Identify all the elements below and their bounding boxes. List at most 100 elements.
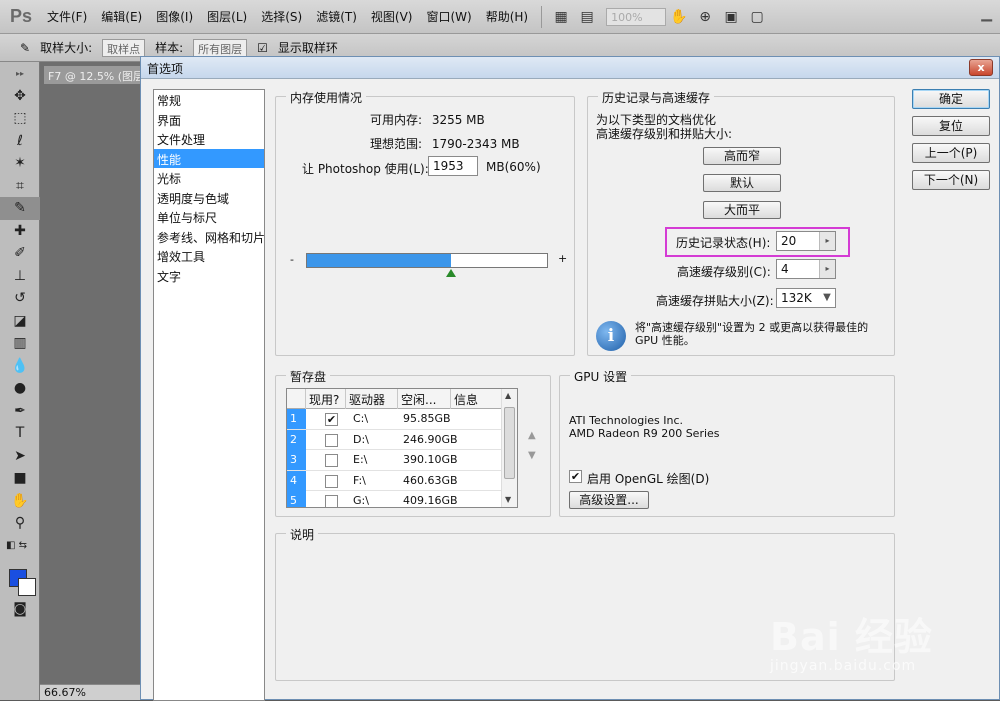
nav-item-file-handling[interactable]: 文件处理	[154, 129, 264, 149]
zoom-tool-icon[interactable]: ⚲	[0, 512, 40, 535]
header-free[interactable]: 空闲...	[398, 389, 451, 409]
tall-thin-button[interactable]: 高而窄	[703, 147, 781, 165]
ok-button[interactable]: 确定	[912, 89, 990, 109]
move-tool-icon[interactable]: ✥	[0, 85, 40, 108]
close-button[interactable]: x	[969, 59, 993, 76]
header-info[interactable]: 信息	[451, 389, 501, 409]
row-index: 5	[287, 491, 306, 507]
memory-slider-track[interactable]	[306, 253, 548, 268]
magic-wand-tool-icon[interactable]: ✶	[0, 152, 40, 175]
sample-size-select[interactable]: 取样点	[102, 38, 146, 57]
zoom-level-field[interactable]: 100%	[606, 7, 667, 26]
default-button[interactable]: 默认	[703, 174, 781, 192]
menu-layer[interactable]: 图层(L)	[200, 8, 254, 25]
nav-item-general[interactable]: 常规	[154, 90, 264, 110]
nav-item-plugins[interactable]: 增效工具	[154, 246, 264, 266]
scroll-up-icon[interactable]: ▲	[505, 391, 511, 400]
brush-tool-icon[interactable]: ✐	[0, 242, 40, 265]
sample-select[interactable]: 所有图层	[193, 38, 248, 57]
quick-mask-icon[interactable]: ◙	[0, 598, 40, 621]
panel-collapse-icon[interactable]: ▸▸	[0, 62, 40, 85]
row-active-checkbox[interactable]: ✔	[325, 413, 338, 426]
menu-window[interactable]: 窗口(W)	[419, 8, 478, 25]
nav-item-cursors[interactable]: 光标	[154, 168, 264, 188]
header-active[interactable]: 现用?	[306, 389, 346, 409]
cache-levels-stepper[interactable]: 4 ▸	[776, 259, 836, 279]
menu-edit[interactable]: 编辑(E)	[94, 8, 149, 25]
cache-levels-arrow-icon[interactable]: ▸	[819, 260, 835, 278]
bridge-icon[interactable]: ▦	[548, 8, 574, 26]
default-colors-icon[interactable]: ◧ ⇆	[0, 535, 40, 558]
path-selection-tool-icon[interactable]: ➤	[0, 445, 40, 468]
move-up-icon[interactable]: ▲	[528, 430, 536, 441]
crop-tool-icon[interactable]: ⌗	[0, 175, 40, 198]
header-drive[interactable]: 驱动器	[346, 389, 398, 409]
nav-item-units-rulers[interactable]: 单位与标尺	[154, 207, 264, 227]
table-row[interactable]: 3 E:\ 390.10GB	[287, 450, 501, 471]
table-scrollbar[interactable]: ▲ ▼	[501, 389, 517, 507]
rectangle-tool-icon[interactable]: ■	[0, 467, 40, 490]
healing-brush-tool-icon[interactable]: ✚	[0, 220, 40, 243]
menu-view[interactable]: 视图(V)	[364, 8, 420, 25]
row-active-checkbox[interactable]	[325, 433, 338, 447]
eyedropper-preset-icon[interactable]: ✎	[20, 41, 30, 55]
gradient-tool-icon[interactable]: ▥	[0, 332, 40, 355]
prev-button[interactable]: 上一个(P)	[912, 143, 990, 163]
opengl-checkbox[interactable]: ✔	[569, 470, 582, 483]
history-states-arrow-icon[interactable]: ▸	[819, 232, 835, 250]
background-color-swatch[interactable]	[18, 578, 36, 596]
status-zoom[interactable]: 66.67%	[40, 684, 140, 700]
history-brush-tool-icon[interactable]: ↺	[0, 287, 40, 310]
history-states-stepper[interactable]: 20 ▸	[776, 231, 836, 251]
row-active-checkbox[interactable]	[325, 474, 338, 488]
table-row[interactable]: 1 ✔ C:\ 95.85GB	[287, 409, 501, 430]
hand-tool-icon[interactable]: ✋	[0, 490, 40, 513]
mini-bridge-icon[interactable]: ▤	[574, 8, 600, 26]
scroll-down-icon[interactable]: ▼	[505, 495, 511, 504]
memory-use-input[interactable]: 1953	[428, 156, 478, 176]
eraser-tool-icon[interactable]: ◪	[0, 310, 40, 333]
zoom-view-icon[interactable]: ⊕	[692, 8, 718, 26]
row-active-checkbox[interactable]	[325, 495, 338, 507]
menu-help[interactable]: 帮助(H)	[479, 8, 535, 25]
next-button[interactable]: 下一个(N)	[912, 170, 990, 190]
table-row[interactable]: 4 F:\ 460.63GB	[287, 470, 501, 491]
eyedropper-tool-icon[interactable]: ✎	[0, 197, 40, 220]
arrange-documents-icon[interactable]: ▣	[718, 8, 744, 26]
clone-stamp-tool-icon[interactable]: ⊥	[0, 265, 40, 288]
advanced-settings-button[interactable]: 高级设置...	[569, 491, 649, 509]
cache-tile-size-select[interactable]: 132K ▼	[776, 288, 836, 308]
row-active-checkbox[interactable]	[325, 454, 338, 467]
show-ring-checkbox[interactable]: ☑	[257, 41, 268, 55]
screen-mode-icon[interactable]: ▢	[744, 8, 770, 26]
document-area	[40, 62, 140, 700]
history-cache-legend: 历史记录与高速缓存	[598, 89, 715, 106]
nav-item-type[interactable]: 文字	[154, 266, 264, 286]
nav-item-performance[interactable]: 性能	[154, 148, 264, 168]
table-row[interactable]: 2 D:\ 246.90GB	[287, 429, 501, 450]
menu-select[interactable]: 选择(S)	[254, 8, 309, 25]
chevron-down-icon[interactable]: ▼	[819, 289, 835, 307]
menu-image[interactable]: 图像(I)	[149, 8, 200, 25]
lasso-tool-icon[interactable]: ℓ	[0, 130, 40, 153]
pen-tool-icon[interactable]: ✒	[0, 400, 40, 423]
type-tool-icon[interactable]: T	[0, 422, 40, 445]
big-flat-button[interactable]: 大而平	[703, 201, 781, 219]
menu-filter[interactable]: 滤镜(T)	[309, 8, 364, 25]
nav-item-transparency[interactable]: 透明度与色域	[154, 188, 264, 208]
nav-item-interface[interactable]: 界面	[154, 110, 264, 130]
nav-item-guides-grid[interactable]: 参考线、网格和切片	[154, 227, 265, 247]
scrollbar-thumb[interactable]	[504, 407, 515, 479]
menu-file[interactable]: 文件(F)	[40, 8, 94, 25]
marquee-tool-icon[interactable]: ⬚	[0, 107, 40, 130]
memory-slider-thumb[interactable]	[446, 269, 456, 277]
blur-tool-icon[interactable]: 💧	[0, 355, 40, 378]
row-drive: D:\	[353, 432, 369, 446]
hand-view-icon[interactable]: ✋	[666, 8, 692, 26]
reset-button[interactable]: 复位	[912, 116, 990, 136]
dodge-tool-icon[interactable]: ●	[0, 377, 40, 400]
table-row[interactable]: 5 G:\ 409.16GB	[287, 491, 501, 507]
document-tab[interactable]: F7 @ 12.5% (图层	[44, 66, 140, 84]
minimize-icon[interactable]: ▁	[981, 6, 992, 22]
move-down-icon[interactable]: ▼	[528, 450, 536, 461]
